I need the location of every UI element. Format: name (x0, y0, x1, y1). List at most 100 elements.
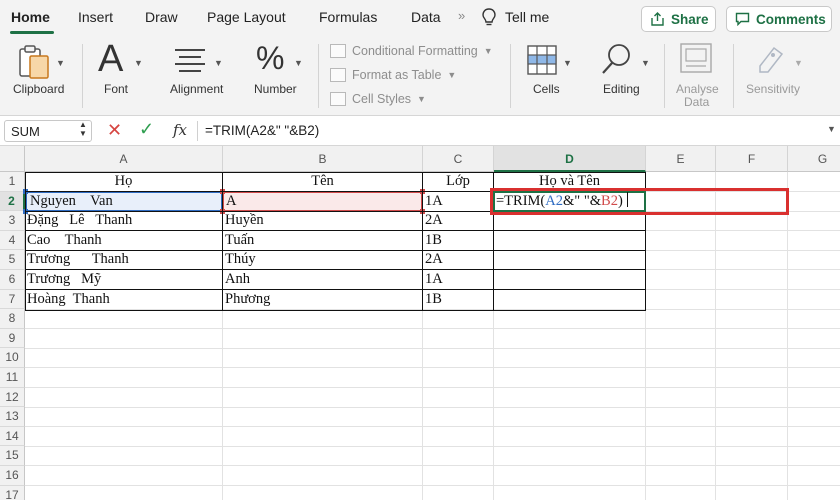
worksheet-grid[interactable]: A B C D E F G 1 2 3 4 5 6 7 8 9 10 11 12… (0, 146, 840, 500)
row-header[interactable]: 14 (0, 426, 25, 447)
cell-a5[interactable]: Trương Thanh (25, 250, 221, 270)
cell-c5[interactable]: 2A (423, 250, 492, 270)
cell-styles-button[interactable]: Cell Styles ▼ (330, 90, 426, 108)
row-header[interactable]: 16 (0, 466, 25, 486)
cell-a7[interactable]: Hoàng Thanh (25, 290, 221, 310)
gridline (715, 172, 716, 500)
align-lines-icon (175, 49, 205, 72)
clipboard-label: Clipboard (13, 82, 65, 96)
tab-page-layout[interactable]: Page Layout (207, 9, 286, 25)
row-header[interactable]: 11 (0, 368, 25, 388)
column-header-d[interactable]: D (494, 146, 646, 172)
comments-button[interactable]: Comments (726, 6, 832, 32)
tab-home[interactable]: Home (11, 9, 50, 25)
editing-label: Editing (603, 82, 640, 96)
row-header[interactable]: 13 (0, 407, 25, 427)
column-header-e[interactable]: E (646, 146, 716, 172)
column-header-f[interactable]: F (716, 146, 788, 172)
cell-d2-formula-editor[interactable]: =TRIM(A2&" "&B2) (496, 192, 628, 211)
row-header[interactable]: 2 (0, 191, 25, 212)
font-group[interactable]: A ▼ Font (88, 36, 150, 116)
editing-group[interactable]: ▼ Editing (594, 36, 660, 116)
tab-tell-me[interactable]: Tell me (505, 9, 549, 25)
format-as-table-icon (330, 68, 346, 82)
formula-ref-b2: B2 (601, 193, 618, 209)
column-header-c[interactable]: C (423, 146, 494, 172)
ribbon-divider (318, 44, 319, 108)
insert-function-icon[interactable]: fx (173, 121, 187, 139)
tab-data[interactable]: Data (411, 9, 441, 25)
lightbulb-icon[interactable] (480, 7, 498, 27)
cell-a1[interactable]: Họ (25, 172, 222, 192)
cells-group[interactable]: ▼ Cells (516, 36, 582, 116)
select-all-corner[interactable] (0, 146, 25, 172)
cell-d1[interactable]: Họ và Tên (494, 172, 645, 192)
excel-window: Home Insert Draw Page Layout Formulas Da… (0, 0, 840, 500)
column-header-a[interactable]: A (25, 146, 223, 172)
sensitivity-button[interactable]: ▼ Sensitivity (740, 36, 836, 116)
row-header[interactable]: 10 (0, 348, 25, 368)
cell-b3[interactable]: Huyền (223, 211, 421, 231)
gridline (25, 426, 840, 427)
cell-c3[interactable]: 2A (423, 211, 492, 231)
row-header[interactable]: 9 (0, 328, 25, 349)
cell-c4[interactable]: 1B (423, 231, 492, 251)
share-button[interactable]: Share (641, 6, 716, 32)
formula-input[interactable]: =TRIM(A2&" "&B2) (205, 123, 319, 138)
clipboard-group[interactable]: ▼ Clipboard (0, 36, 80, 116)
cell-b4[interactable]: Tuấn (223, 231, 421, 251)
row-header[interactable]: 6 (0, 270, 25, 290)
row-header[interactable]: 4 (0, 230, 25, 251)
more-tabs-icon[interactable]: » (458, 8, 465, 23)
number-group[interactable]: % ▼ Number (246, 36, 312, 116)
chevron-down-icon: ▼ (294, 58, 303, 68)
conditional-formatting-button[interactable]: Conditional Formatting ▼ (330, 42, 493, 60)
tab-formulas[interactable]: Formulas (319, 9, 377, 25)
chevron-down-icon: ▼ (134, 58, 143, 68)
cell-a6[interactable]: Trương Mỹ (25, 270, 221, 290)
formula-prefix: =TRIM( (496, 193, 546, 209)
format-as-table-label: Format as Table (352, 68, 442, 82)
formula-middle: &" "& (563, 193, 602, 209)
row-header[interactable]: 3 (0, 211, 25, 231)
share-icon (651, 12, 664, 26)
chevron-down-icon: ▼ (214, 58, 223, 68)
column-header-b[interactable]: B (223, 146, 423, 172)
cell-b1[interactable]: Tên (223, 172, 422, 192)
cell-b2[interactable]: A (224, 192, 420, 212)
cell-c1[interactable]: Lớp (423, 172, 493, 192)
row-header[interactable]: 17 (0, 485, 25, 500)
cell-b6[interactable]: Anh (223, 270, 421, 290)
cell-a4[interactable]: Cao Thanh (25, 231, 221, 251)
cell-b7[interactable]: Phương (223, 290, 421, 310)
sensitivity-label: Sensitivity (746, 82, 801, 96)
cell-c2[interactable]: 1A (423, 192, 492, 212)
gridline (25, 367, 840, 368)
row-header[interactable]: 8 (0, 309, 25, 329)
row-header[interactable]: 1 (0, 172, 25, 192)
format-as-table-button[interactable]: Format as Table ▼ (330, 66, 456, 84)
tab-draw[interactable]: Draw (145, 9, 178, 25)
row-header[interactable]: 5 (0, 250, 25, 270)
tab-insert[interactable]: Insert (78, 9, 113, 25)
alignment-group[interactable]: ▼ Alignment (160, 36, 240, 116)
cell-c6[interactable]: 1A (423, 270, 492, 290)
chevron-down-icon: ▼ (641, 58, 650, 68)
expand-formula-bar-icon[interactable]: ▼ (827, 124, 836, 134)
analyse-data-button[interactable]: Analyse Data (668, 36, 728, 116)
cell-b5[interactable]: Thúy (223, 250, 421, 270)
cell-a2[interactable]: Nguyen Van (28, 192, 220, 212)
font-label: Font (104, 82, 129, 96)
confirm-icon[interactable]: ✓ (139, 119, 154, 140)
formula-suffix: ) (617, 193, 623, 209)
cell-a3[interactable]: Đặng Lê Thanh (25, 211, 221, 231)
conditional-formatting-icon (330, 44, 346, 58)
cell-c7[interactable]: 1B (423, 290, 492, 310)
cancel-icon[interactable]: ✕ (107, 120, 122, 141)
row-header[interactable]: 7 (0, 289, 25, 310)
name-box-stepper-icon[interactable]: ▲ ▼ (79, 120, 87, 138)
row-header[interactable]: 15 (0, 446, 25, 466)
chevron-down-icon: ▼ (447, 70, 457, 80)
column-header-g[interactable]: G (788, 146, 840, 172)
row-header[interactable]: 12 (0, 387, 25, 408)
